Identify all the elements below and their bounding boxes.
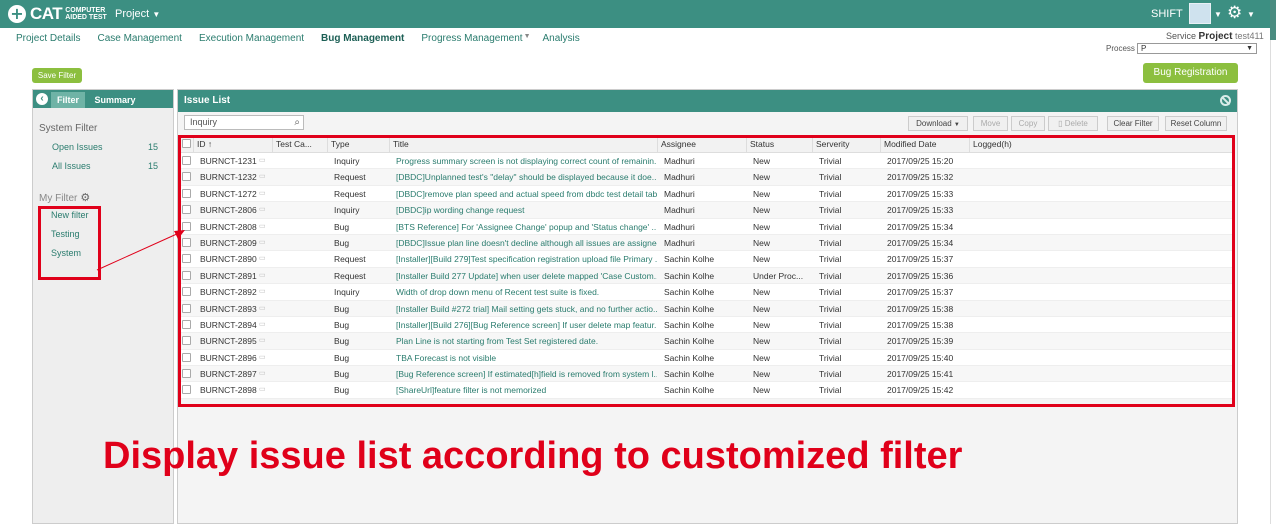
process-label: Process xyxy=(1106,44,1135,53)
filter-label: Open Issues xyxy=(52,142,103,152)
reset-column-button[interactable]: Reset Column xyxy=(1165,116,1227,131)
logo-text: CAT xyxy=(30,4,63,23)
system-filter-title: System Filter xyxy=(39,123,98,134)
project-label: Project xyxy=(1198,31,1233,42)
download-button[interactable]: Download ▼ xyxy=(908,116,968,131)
chevron-down-icon: ▼ xyxy=(152,10,161,19)
gear-icon[interactable]: ⚙ xyxy=(1227,3,1242,23)
nav-bug-management[interactable]: Bug Management xyxy=(321,33,404,44)
tab-summary[interactable]: Summary xyxy=(89,92,141,108)
chevron-down-icon: ▼ xyxy=(953,122,960,128)
filter-all-issues[interactable]: All Issues 15 xyxy=(52,161,162,171)
collapse-icon[interactable]: ‹ xyxy=(36,93,48,105)
nav-project-details[interactable]: Project Details xyxy=(16,33,80,44)
process-select[interactable]: P ▼ xyxy=(1137,43,1257,54)
avatar[interactable] xyxy=(1189,3,1211,24)
service-label: Service xyxy=(1166,31,1197,41)
logo-subtitle: COMPUTER AIDED TEST xyxy=(65,7,107,21)
issue-list-title: Issue List xyxy=(184,95,231,106)
chevron-down-icon[interactable]: ▼ xyxy=(1247,10,1255,19)
issue-toolbar: Inquiry ⌕ Download ▼ Move Copy ▯ Delete … xyxy=(178,112,1237,134)
main-nav: Project Details Case Management Executio… xyxy=(16,33,597,44)
trash-icon: ▯ xyxy=(1058,119,1063,128)
filter-count: 15 xyxy=(147,161,158,171)
filter-label: All Issues xyxy=(52,161,91,171)
gear-icon[interactable]: ⚙ xyxy=(80,191,90,204)
download-label: Download xyxy=(916,119,952,128)
chevron-down-icon[interactable]: ▼ xyxy=(524,33,531,44)
process-value: P xyxy=(1141,44,1147,53)
issue-list-header: Issue List xyxy=(178,90,1237,112)
annotation-arrow xyxy=(96,230,185,271)
clear-filter-button[interactable]: Clear Filter xyxy=(1107,116,1159,131)
filter-panel-tabs: ‹ Filter Summary xyxy=(33,90,173,108)
search-icon[interactable]: ⌕ xyxy=(294,116,300,129)
service-info: Service Project test411 xyxy=(1166,31,1264,42)
filter-open-issues[interactable]: Open Issues 15 xyxy=(52,142,162,152)
chevron-down-icon: ▼ xyxy=(1246,45,1253,52)
delete-label: Delete xyxy=(1064,119,1088,128)
nav-execution-management[interactable]: Execution Management xyxy=(199,33,304,44)
my-filter-label: My Filter xyxy=(39,193,78,204)
search-input[interactable]: Inquiry ⌕ xyxy=(184,115,304,130)
project-menu-label: Project xyxy=(115,8,150,20)
window-edge xyxy=(1270,0,1276,524)
bug-registration-button[interactable]: Bug Registration xyxy=(1143,63,1238,83)
search-placeholder: Inquiry xyxy=(190,117,218,127)
delete-button[interactable]: ▯ Delete xyxy=(1048,116,1098,131)
project-menu[interactable]: Project ▼ xyxy=(115,8,160,20)
chevron-down-icon[interactable]: ▼ xyxy=(1214,10,1222,19)
filter-count: 15 xyxy=(147,142,158,152)
annotation-box-issue-list xyxy=(178,135,1235,407)
save-filter-button[interactable]: Save Filter xyxy=(32,68,82,83)
plus-icon: + xyxy=(8,5,26,23)
user-name: SHIFT xyxy=(1151,8,1183,20)
annotation-caption: Display issue list according to customiz… xyxy=(103,435,963,477)
cat-logo[interactable]: + CAT COMPUTER AIDED TEST xyxy=(8,4,115,24)
nav-analysis[interactable]: Analysis xyxy=(543,33,580,44)
nav-case-management[interactable]: Case Management xyxy=(97,33,182,44)
move-button[interactable]: Move xyxy=(973,116,1008,131)
top-bar: + CAT COMPUTER AIDED TEST Project ▼ SHIF… xyxy=(0,0,1270,28)
my-filter-title: My Filter ⚙ xyxy=(39,191,90,204)
copy-button[interactable]: Copy xyxy=(1011,116,1045,131)
project-name: test411 xyxy=(1234,31,1264,41)
nav-progress-management[interactable]: Progress Management xyxy=(421,33,522,44)
tab-filter[interactable]: Filter xyxy=(51,92,85,108)
hide-panel-icon[interactable] xyxy=(1220,95,1231,106)
annotation-box-filters xyxy=(38,206,101,280)
